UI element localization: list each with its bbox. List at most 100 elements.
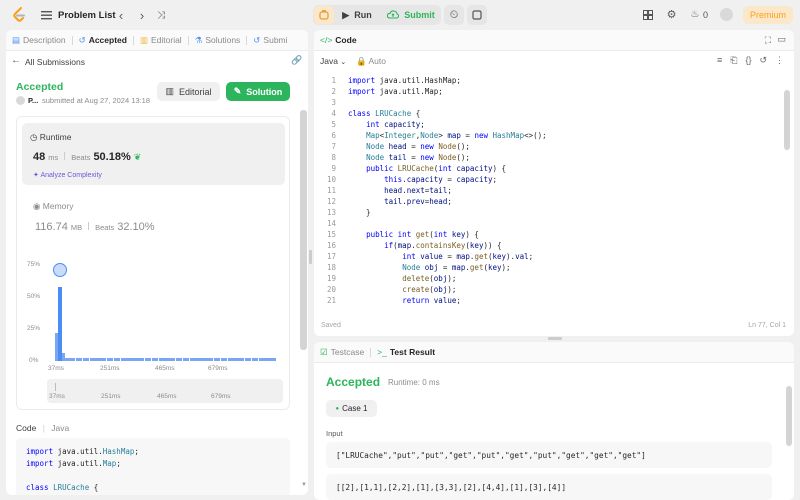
all-submissions-link[interactable]: All Submissions [25,57,85,67]
scroll-down-icon[interactable]: ▼ [301,482,307,488]
format-icon[interactable]: ≡ [717,55,722,66]
gear-icon[interactable]: ⚙ [665,8,678,21]
beats-value: 50.18% [93,151,131,163]
memory-title[interactable]: ◉ Memory [33,201,74,212]
code-line: 15 public int get(int key) { [326,230,479,239]
vertical-splitter-handle[interactable] [309,250,312,264]
mini-tick: 679ms [211,393,231,400]
code-line: import java.util.HashMap; [26,447,139,456]
runtime-unit: ms [48,153,59,162]
code-line: import java.util.Map; [26,459,121,468]
memory-beats-label: Beats [95,223,115,232]
code-line: 19 delete(obj); [326,274,457,283]
back-arrow-icon[interactable]: ← [11,55,21,66]
run-button[interactable]: ▶ Run [336,6,378,24]
link-icon[interactable]: 🔗 [291,55,302,66]
code-icon: </> [320,35,333,45]
layout-icon[interactable] [642,9,654,21]
bookmark-icon[interactable]: ⎗ [730,55,737,66]
tab-submissions[interactable]: ↺ Submi [247,30,293,50]
flask-icon: ⚗ [194,34,203,45]
code-line: 21 return value; [326,296,461,305]
play-icon: ▶ [342,9,350,20]
tab-code[interactable]: </> Code [314,30,363,50]
runtime-value: 48 [33,151,46,163]
saved-status: Saved [321,322,341,329]
code-line: 20 create(obj); [326,285,457,294]
chevron-left-icon[interactable]: ‹ [115,8,127,23]
editor-header: </> Code ⛶ ▭ [314,30,794,51]
chevron-down-icon: ⌄ [340,59,347,66]
tab-test-result[interactable]: >_ Test Result [371,342,441,362]
submitted-time: submitted at Aug 27, 2024 13:18 [42,96,150,105]
code-line: 6 Map<Integer,Node> map = new HashMap<>(… [331,131,547,140]
list-icon[interactable] [40,9,52,21]
slider-handle[interactable] [55,383,56,391]
problem-list-link[interactable]: Problem List [58,10,116,21]
horizontal-splitter-handle[interactable] [548,337,562,340]
code-section-title: Code | Java [16,423,70,433]
editor-scrollbar[interactable] [784,90,790,150]
submit-button[interactable]: Submit [383,6,439,24]
y-tick: 25% [27,325,41,332]
book-icon: ▥ [139,34,148,45]
runtime-card[interactable]: ◷ Runtime 48 ms Beats 50.18% ❦ ✦ Analyze… [22,123,285,185]
runtime-title: ◷ Runtime [30,132,72,142]
mini-tick: 251ms [101,393,121,400]
streak-count: 0 [703,10,709,20]
premium-button[interactable]: Premium [743,6,793,24]
code-line: 2 import java.util.Map; [331,87,443,96]
reset-icon[interactable]: ↺ [759,55,767,66]
solution-button[interactable]: ✎ Solution [226,82,290,101]
x-tick: 251ms [100,365,120,372]
avatar[interactable] [720,8,733,21]
tab-description[interactable]: ▤ Description [6,30,72,50]
divider [88,222,90,230]
tab-solutions[interactable]: ⚗ Solutions [189,30,247,50]
clock-icon: ◷ [30,132,38,142]
left-scrollbar[interactable] [300,110,307,350]
range-slider[interactable]: 37ms 251ms 465ms 679ms [47,379,283,403]
code-line: 13 } [326,208,371,217]
autosave-toggle[interactable]: 🔒 Auto [356,56,386,67]
settings-icon[interactable]: ⋮ [775,55,784,66]
debug-icon[interactable] [314,6,334,24]
code-line: 4 class LRUCache { [331,109,421,118]
expand-icon[interactable]: ⛶ [765,35,771,46]
tab-editorial[interactable]: ▥ Editorial [134,30,188,50]
shuffle-icon[interactable]: ⤨ [155,9,167,21]
history-icon: ↺ [78,34,86,45]
code-line: 8 Node tail = new Node(); [331,153,470,162]
chevron-right-icon[interactable]: › [136,8,148,23]
x-tick: 679ms [208,365,228,372]
analyze-complexity-link[interactable]: ✦ Analyze Complexity [33,171,102,179]
tab-accepted[interactable]: ↺ Accepted [73,30,133,50]
fire-icon[interactable]: ♨ [689,8,701,21]
case-1-button[interactable]: ● Case 1 [326,400,377,417]
beats-label: Beats [71,153,91,162]
histogram-bars[interactable] [55,265,276,361]
note-icon[interactable] [467,5,487,25]
histogram-bar[interactable] [58,286,62,361]
timer-icon[interactable]: ⏲ [444,5,464,25]
user-avatar[interactable] [16,96,25,105]
tab-testcase[interactable]: ☑ Testcase [314,342,370,362]
input-value-2[interactable]: [[2],[1,1],[2,2],[1],[3,3],[2],[4,4],[1]… [326,474,772,500]
editorial-button[interactable]: ▥ Editorial [157,82,220,101]
language-select[interactable]: Java ⌄ [320,56,346,66]
username[interactable]: P... [28,96,38,105]
test-scrollbar[interactable] [786,386,792,446]
leetcode-logo[interactable] [12,7,26,23]
input-value-1[interactable]: ["LRUCache","put","put","get","put","get… [326,442,772,468]
code-area[interactable]: 1 import java.util.HashMap; 2 import java.… [314,75,774,307]
code-line: 10 this.capacity = capacity; [326,175,498,184]
code-line: 17 int value = map.get(key).val; [326,252,534,261]
code-preview[interactable]: import java.util.HashMap; import java.ut… [16,438,290,495]
user-marker-avatar[interactable] [53,263,67,277]
braces-icon[interactable]: {} [745,55,751,66]
maximize-icon[interactable]: ▭ [777,34,786,45]
clock-icon: ↺ [253,34,261,45]
mini-tick: 465ms [157,393,177,400]
book-icon: ▥ [165,86,174,96]
histogram-bar[interactable] [272,358,276,361]
